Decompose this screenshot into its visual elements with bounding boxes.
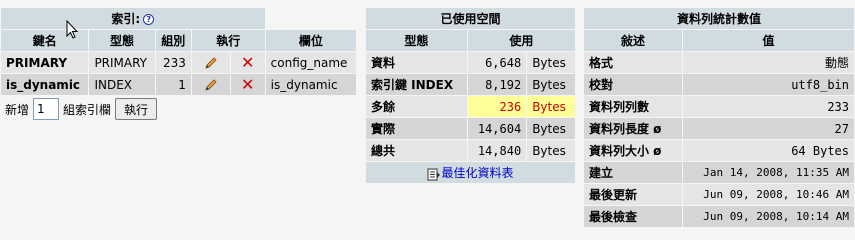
optimize-table-link[interactable]: 最佳化資料表 [366,162,575,183]
indexes-panel: 索引:? 鍵名 型態 組別 執行 欄位 PRIMARY PRIMARY 233 … [0,7,357,122]
space-label: 實際 [366,118,467,139]
index-field: is_dynamic [265,74,356,95]
stat-value: Jun 09, 2008, 10:14 AM [683,206,854,227]
space-row-overhead: 多餘 236 Bytes [366,96,575,117]
stat-value: 64 Bytes [683,140,854,161]
index-field: config_name [265,52,356,73]
index-keyname: PRIMARY [1,52,89,73]
drop-button[interactable]: ✕ [230,74,265,95]
row-statistics-title: 資料列統計數值 [584,8,854,29]
stat-value: Jan 14, 2008, 11:35 AM [683,162,854,183]
stat-value: 27 [683,118,854,139]
index-cardinality: 1 [155,74,191,95]
optimize-table-link-text[interactable]: 最佳化資料表 [441,166,513,180]
stat-label: 資料列長度 ø [584,118,682,139]
col-header-statement: 敍述 [584,30,682,51]
space-unit: Bytes [527,52,575,73]
indexes-title-text: 索引: [111,12,141,26]
stat-label: 建立 [584,162,682,183]
space-unit: Bytes [527,140,575,161]
pencil-icon [205,78,217,91]
row-statistics-table: 資料列統計數值 敍述 值 格式 動態 校對 utf8_bin 資料列列數 233 資料… [583,7,855,228]
space-label: 資料 [366,52,467,73]
stat-label: 校對 [584,74,682,95]
add-index-row: 新增 組索引欄 執行 [0,96,357,122]
space-label: 總共 [366,140,467,161]
stat-value: 動態 [683,52,854,73]
mouse-cursor-icon [66,20,78,39]
indexes-title: 索引:? [1,8,265,29]
space-value: 6,648 [467,52,527,73]
col-header-action: 執行 [191,30,265,51]
go-button[interactable]: 執行 [115,98,158,120]
space-unit: Bytes [527,118,575,139]
index-type: INDEX [89,74,155,95]
space-unit: Bytes [527,96,575,117]
col-header-field: 欄位 [265,30,356,51]
edit-button[interactable] [191,52,230,73]
col-header-type: 型態 [366,30,467,51]
index-keyname: is_dynamic [1,74,89,95]
add-index-suffix: 組索引欄 [63,102,112,117]
index-row-primary: PRIMARY PRIMARY 233 ✕ config_name [1,52,356,73]
space-row: 總共 14,840 Bytes [366,140,575,161]
space-value: 236 [467,96,527,117]
help-icon[interactable]: ? [143,14,155,25]
optimize-icon [427,168,441,180]
edit-button[interactable] [191,74,230,95]
space-usage-table: 已使用空間 型態 使用 資料 6,648 Bytes 索引鍵 INDEX 8,1… [365,7,576,184]
stat-label: 資料列大小 ø [584,140,682,161]
stat-value: 233 [683,96,854,117]
col-header-usage: 使用 [467,30,575,51]
space-label: 多餘 [366,96,467,117]
space-row: 資料 6,648 Bytes [366,52,575,73]
col-header-value: 值 [683,30,854,51]
add-index-label: 新增 [5,102,30,117]
indexes-table: 索引:? 鍵名 型態 組別 執行 欄位 PRIMARY PRIMARY 233 … [0,7,357,96]
space-value: 14,604 [467,118,527,139]
delete-icon: ✕ [240,74,255,94]
stat-label: 格式 [584,52,682,73]
stat-value: utf8_bin [683,74,854,95]
space-row: 索引鍵 INDEX 8,192 Bytes [366,74,575,95]
index-cardinality: 233 [155,52,191,73]
stat-value: Jun 09, 2008, 10:46 AM [683,184,854,205]
space-usage-title: 已使用空間 [366,8,575,29]
stat-label: 最後檢查 [584,206,682,227]
row-statistics-panel: 資料列統計數值 敍述 值 格式 動態 校對 utf8_bin 資料列列數 233 資料… [583,7,855,228]
space-value: 8,192 [467,74,527,95]
delete-icon: ✕ [240,52,255,72]
space-usage-panel: 已使用空間 型態 使用 資料 6,648 Bytes 索引鍵 INDEX 8,1… [365,7,576,184]
stat-label: 最後更新 [584,184,682,205]
col-header-cardinality[interactable]: 組別 [155,30,191,51]
pencil-icon [205,56,217,69]
index-row-is-dynamic: is_dynamic INDEX 1 ✕ is_dynamic [1,74,356,95]
stat-label: 資料列列數 [584,96,682,117]
col-header-type[interactable]: 型態 [89,30,155,51]
space-value: 14,840 [467,140,527,161]
space-row: 實際 14,604 Bytes [366,118,575,139]
index-type: PRIMARY [89,52,155,73]
add-index-count-input[interactable] [33,98,60,120]
space-unit: Bytes [527,74,575,95]
space-label: 索引鍵 INDEX [366,74,467,95]
drop-button[interactable]: ✕ [230,52,265,73]
